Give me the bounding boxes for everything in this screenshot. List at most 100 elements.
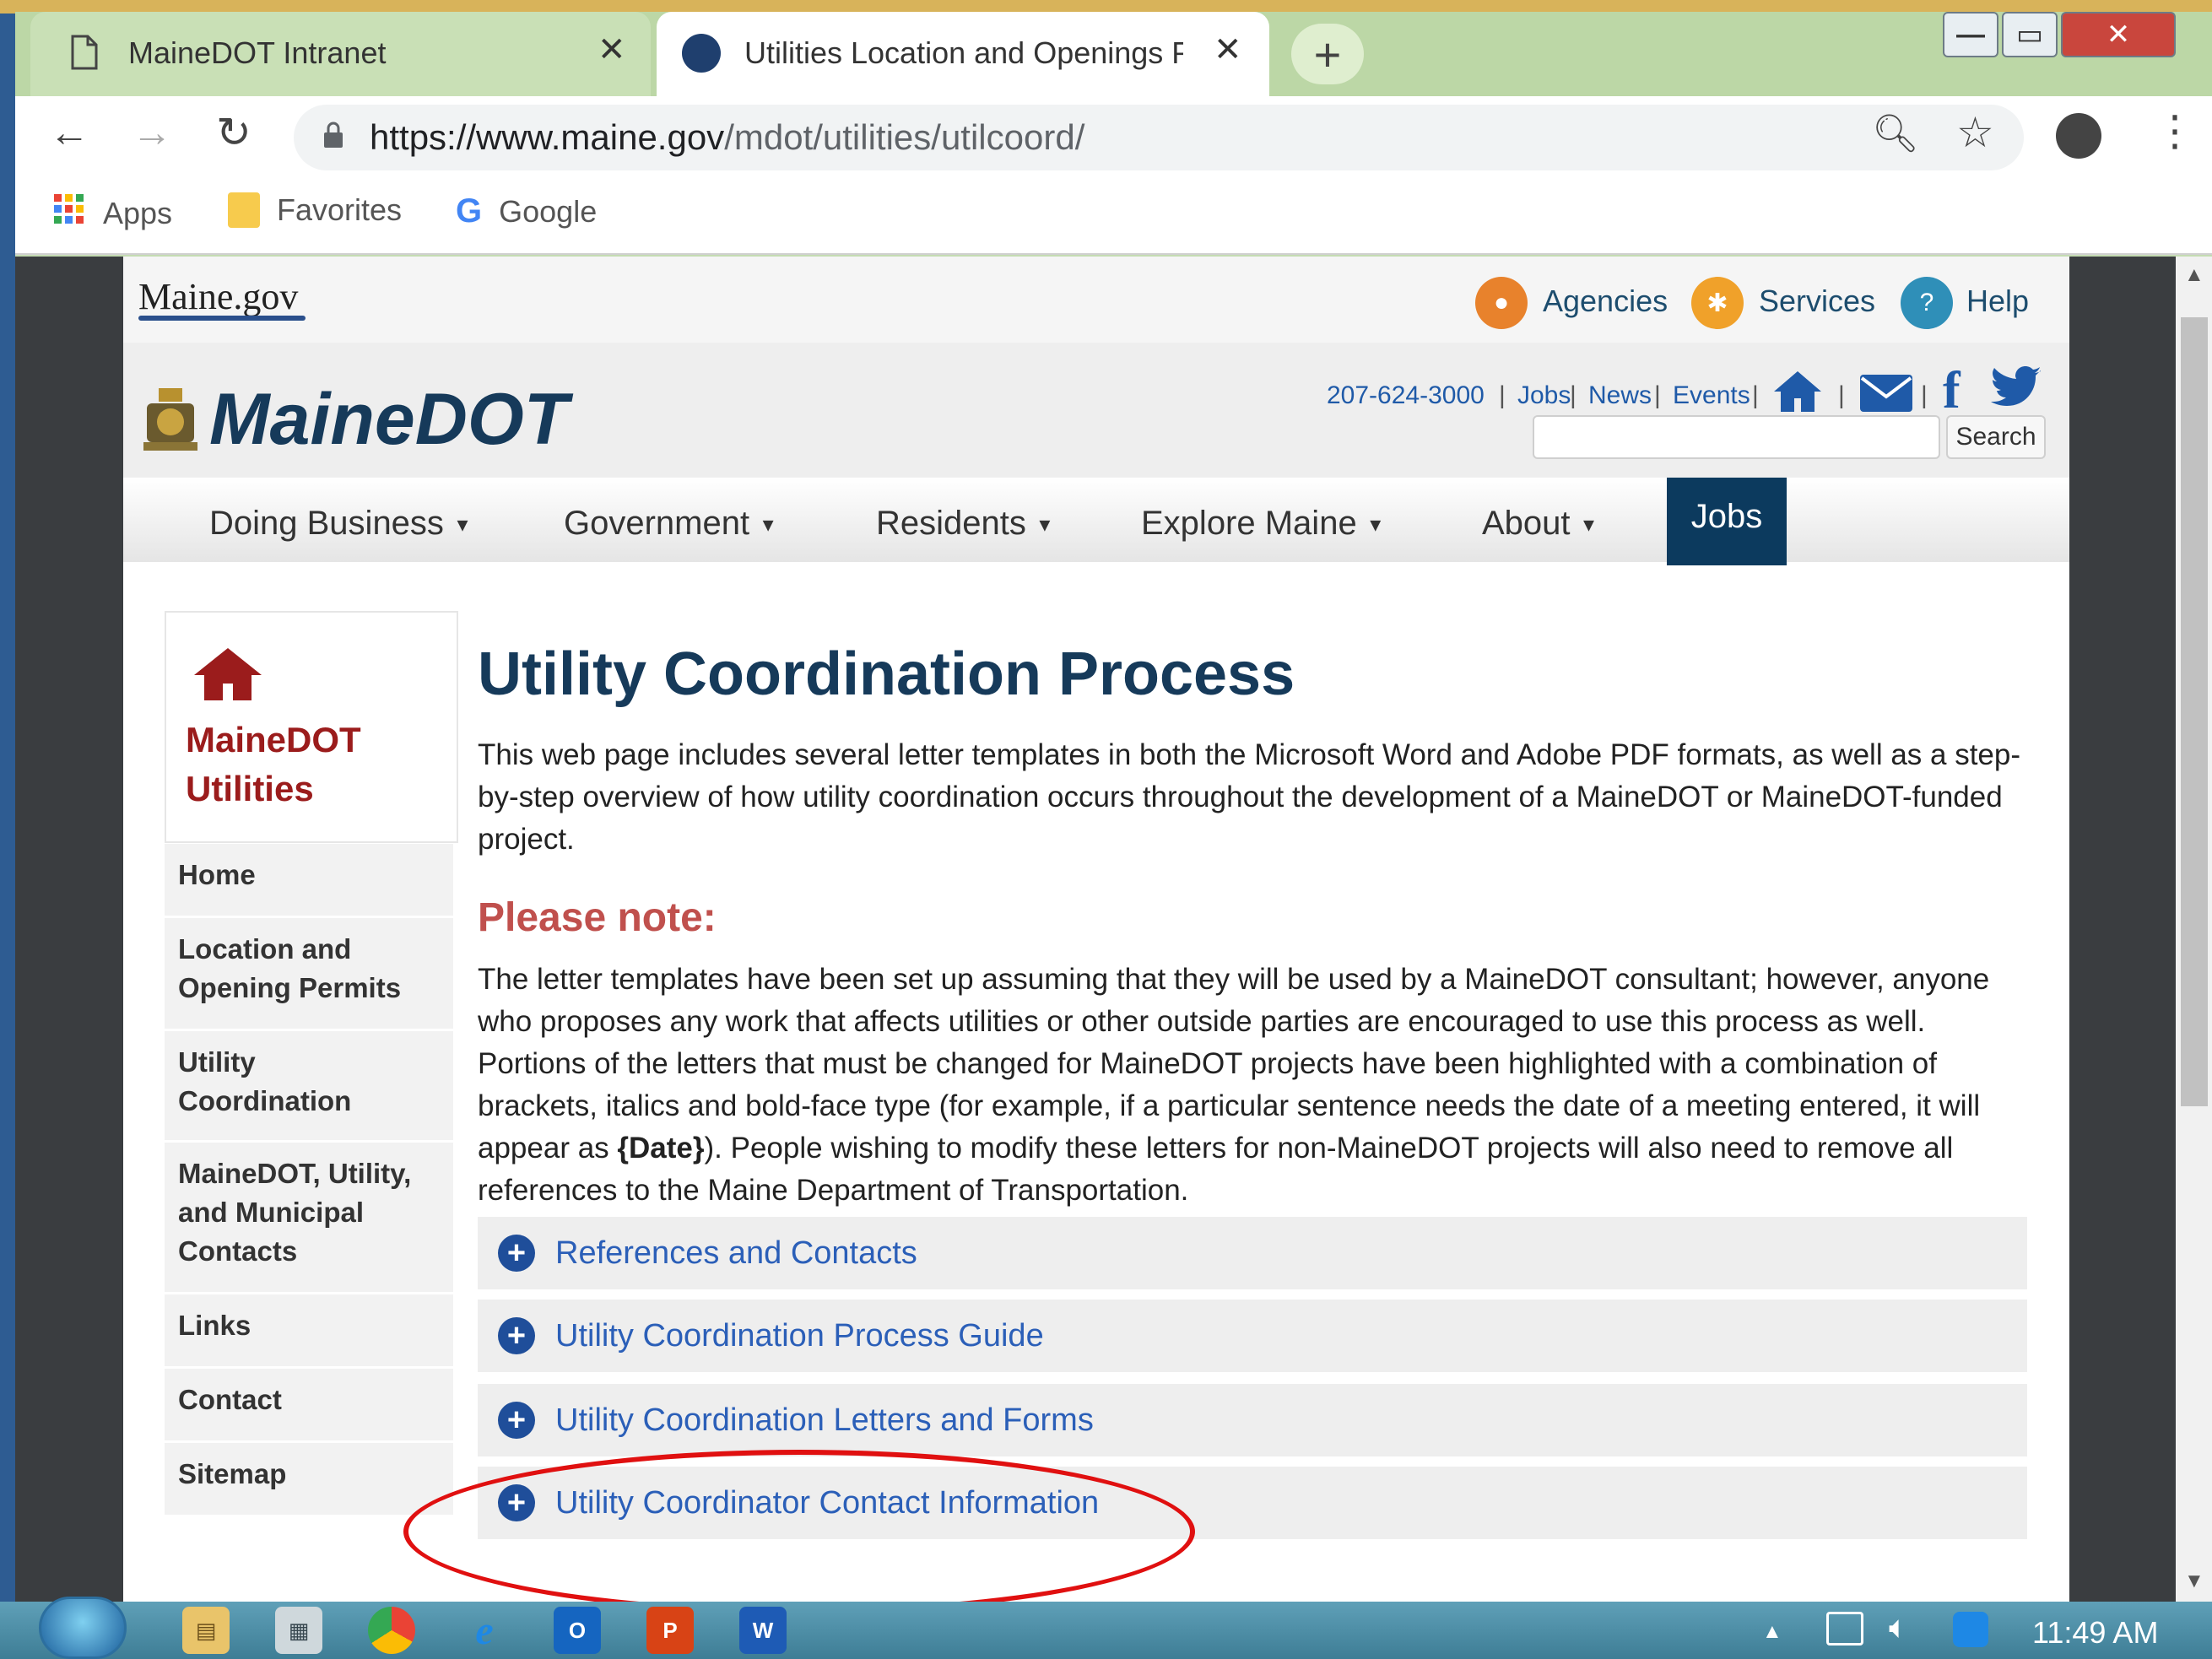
lock-icon xyxy=(322,117,344,158)
sidebar-item-location-permits[interactable]: Location and Opening Permits xyxy=(165,918,453,1031)
help-link[interactable]: Help xyxy=(1966,284,2029,319)
scrollbar-thumb[interactable] xyxy=(2181,317,2208,1106)
plus-circle-icon: + xyxy=(498,1235,535,1272)
maine-seal-icon xyxy=(682,34,721,73)
note-paragraph: The letter templates have been set up as… xyxy=(478,959,2022,1212)
separator: | xyxy=(1499,381,1506,409)
sidebar-item-utility-coordination[interactable]: Utility Coordination xyxy=(165,1031,453,1143)
close-window-button[interactable]: ✕ xyxy=(2061,12,2176,57)
sidebar-item-label: Contact xyxy=(178,1384,282,1415)
maximize-button[interactable]: ▭ xyxy=(2002,12,2058,57)
sidebar-item-contacts[interactable]: MaineDOT, Utility, and Municipal Contacts xyxy=(165,1143,453,1294)
windows-taskbar xyxy=(0,1602,2212,1659)
nav-label: Government xyxy=(564,505,750,542)
profile-icon[interactable] xyxy=(2056,113,2101,159)
separator: | xyxy=(1654,381,1661,409)
events-link[interactable]: Events xyxy=(1673,381,1750,410)
sidebar-item-label: MaineDOT, Utility, xyxy=(178,1158,412,1189)
maine-gov-logo[interactable]: Maine.gov xyxy=(138,275,298,318)
nav-residents[interactable]: Residents ▼ xyxy=(876,505,1054,543)
accordion-label: Utility Coordination Process Guide xyxy=(555,1317,1044,1354)
url-path: /mdot/utilities/utilcoord/ xyxy=(724,117,1085,157)
teamviewer-icon[interactable] xyxy=(1953,1612,1988,1647)
sidebar-item-links[interactable]: Links xyxy=(165,1294,453,1369)
sidebar-title[interactable]: MaineDOT Utilities xyxy=(186,716,361,813)
bookmark-label: Apps xyxy=(103,195,173,230)
news-link[interactable]: News xyxy=(1588,381,1652,410)
services-link[interactable]: Services xyxy=(1759,284,1875,319)
zoom-icon[interactable]: 🔍︎ xyxy=(1872,111,1919,155)
tab-utilities-location[interactable]: Utilities Location and Openings P ✕ xyxy=(657,12,1269,96)
sidebar-item-sitemap[interactable]: Sitemap xyxy=(165,1443,453,1517)
bookmark-favorites[interactable]: Favorites xyxy=(228,192,402,228)
outlook-icon[interactable]: O xyxy=(554,1607,601,1654)
address-bar[interactable]: https://www.maine.gov/mdot/utilities/uti… xyxy=(294,105,2024,170)
accordion-process-guide[interactable]: + Utility Coordination Process Guide xyxy=(478,1300,2027,1372)
accordion-references-contacts[interactable]: + References and Contacts xyxy=(478,1217,2027,1289)
sidebar-item-label: Utility xyxy=(178,1046,256,1078)
start-button[interactable] xyxy=(39,1597,127,1659)
word-icon[interactable]: W xyxy=(739,1607,787,1654)
caret-down-icon: ▼ xyxy=(1579,514,1598,536)
nav-label: Explore Maine xyxy=(1141,505,1357,542)
site-search-input[interactable] xyxy=(1533,415,1940,459)
google-icon: G xyxy=(456,192,483,230)
new-tab-button[interactable]: + xyxy=(1291,24,1364,84)
apps-grid-icon xyxy=(52,192,86,234)
file-explorer-icon[interactable]: ▤ xyxy=(182,1607,230,1654)
scroll-up-icon[interactable]: ▲ xyxy=(2184,263,2204,287)
internet-explorer-icon[interactable]: e xyxy=(461,1607,508,1654)
sidebar-item-label: Coordination xyxy=(178,1085,352,1116)
bookmark-apps[interactable]: Apps xyxy=(52,192,172,234)
nav-about[interactable]: About ▼ xyxy=(1482,505,1598,543)
show-hidden-icons[interactable]: ▲ xyxy=(1762,1620,1782,1644)
separator: | xyxy=(1921,381,1928,409)
caret-down-icon: ▼ xyxy=(1366,514,1385,536)
twitter-icon[interactable] xyxy=(1990,366,2042,414)
volume-icon[interactable]: 🔈︎ xyxy=(1889,1610,1908,1646)
calculator-icon[interactable]: ▦ xyxy=(275,1607,322,1654)
agencies-icon[interactable]: ● xyxy=(1475,277,1528,329)
agencies-link[interactable]: Agencies xyxy=(1543,284,1668,319)
site-search-button[interactable]: Search xyxy=(1946,415,2046,459)
tab-mainedot-intranet[interactable]: MaineDOT Intranet ✕ xyxy=(30,12,651,96)
close-tab-icon[interactable]: ✕ xyxy=(1214,30,1242,69)
tab-title: MaineDOT Intranet xyxy=(128,35,387,70)
nav-label: About xyxy=(1482,505,1571,542)
sidebar-item-home[interactable]: Home xyxy=(165,844,453,918)
accordion-label: References and Contacts xyxy=(555,1235,917,1271)
chrome-icon[interactable] xyxy=(368,1607,415,1654)
desktop-frame xyxy=(0,0,15,1659)
mainedot-logo[interactable]: MaineDOT xyxy=(209,378,568,462)
back-arrow-icon[interactable]: ← xyxy=(49,110,89,156)
bookmark-label: Favorites xyxy=(277,192,403,227)
nav-government[interactable]: Government ▼ xyxy=(564,505,777,543)
forward-arrow-icon[interactable]: → xyxy=(132,110,172,156)
home-icon[interactable] xyxy=(1772,368,1823,418)
reload-icon[interactable]: ↻ xyxy=(216,108,251,157)
menu-dots-icon[interactable]: ⋮ xyxy=(2154,106,2196,155)
nav-explore-maine[interactable]: Explore Maine ▼ xyxy=(1141,505,1385,543)
star-icon[interactable]: ☆ xyxy=(1956,108,1994,157)
jobs-link[interactable]: Jobs xyxy=(1517,381,1571,410)
scroll-down-icon[interactable]: ▼ xyxy=(2184,1570,2204,1593)
sidebar-title-line: Utilities xyxy=(186,769,314,808)
separator: | xyxy=(1570,381,1577,409)
services-icon[interactable]: ✱ xyxy=(1691,277,1744,329)
powerpoint-icon[interactable]: P xyxy=(646,1607,694,1654)
highlight-annotation-ellipse xyxy=(403,1450,1195,1613)
email-icon[interactable] xyxy=(1858,373,1914,418)
taskbar-clock[interactable]: 11:49 AM xyxy=(2032,1615,2158,1651)
nav-jobs[interactable]: Jobs xyxy=(1667,478,1787,565)
network-icon[interactable] xyxy=(1826,1612,1863,1645)
sidebar-item-contact[interactable]: Contact xyxy=(165,1369,453,1443)
close-tab-icon[interactable]: ✕ xyxy=(598,30,626,69)
sidebar-item-label: Sitemap xyxy=(178,1458,287,1489)
caret-down-icon: ▼ xyxy=(453,514,472,536)
bookmark-google[interactable]: G Google xyxy=(456,192,597,230)
help-icon[interactable]: ? xyxy=(1901,277,1953,329)
facebook-icon[interactable]: f xyxy=(1943,361,1961,421)
minimize-button[interactable]: — xyxy=(1943,12,1998,57)
accordion-letters-forms[interactable]: + Utility Coordination Letters and Forms xyxy=(478,1384,2027,1456)
nav-doing-business[interactable]: Doing Business ▼ xyxy=(209,505,472,543)
